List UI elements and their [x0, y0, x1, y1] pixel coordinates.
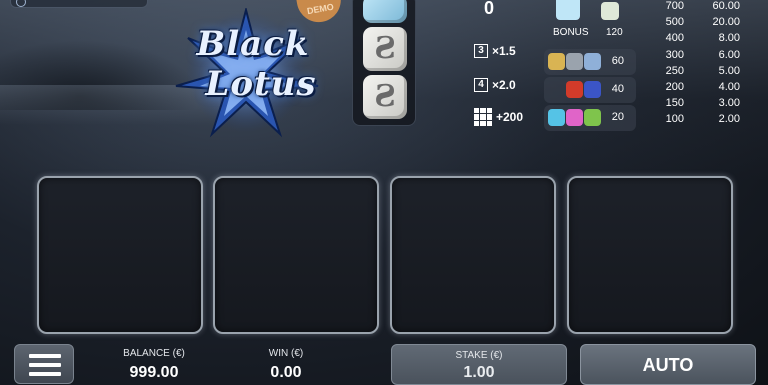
combo-row: 60 [544, 49, 636, 75]
multiplier-value: +200 [496, 110, 524, 124]
menu-button[interactable] [14, 344, 74, 384]
balance-label: BALANCE (€) [123, 348, 185, 359]
auto-button[interactable]: AUTO [580, 344, 756, 385]
paytable-payout: 2.00 [718, 113, 740, 126]
multiplier-box: 4 [474, 78, 488, 92]
bonus-die-icon [556, 0, 580, 20]
win-display: WIN (€) 0.00 [246, 348, 326, 382]
paytable: 700 60.00 500 20.00 400 8.00 300 6.00 250 5.0… [656, 0, 756, 130]
multiplier-3: 3 ×1.5 [474, 44, 516, 58]
paytable-payout: 5.00 [718, 64, 740, 77]
dice-white-1: Ƨ [363, 27, 407, 71]
info-icon [16, 0, 26, 7]
combo-row: 20 [544, 105, 636, 131]
paytable-count: 100 [665, 113, 684, 126]
dice-column: Ƨ Ƨ [352, 0, 416, 126]
paytable-row: 200 4.00 [656, 81, 756, 97]
combo-value: 40 [611, 83, 624, 95]
silver-die-icon [566, 53, 583, 70]
win-value: 0.00 [270, 364, 302, 381]
blue-die-icon [584, 81, 601, 98]
cyan-die-icon [548, 109, 565, 126]
multiplier-value: ×2.0 [492, 78, 516, 92]
reel-slot-4 [567, 176, 733, 334]
spin-counter: 0 [484, 0, 495, 18]
paytable-count: 500 [665, 16, 684, 29]
balance-value: 999.00 [129, 364, 179, 381]
paytable-payout: 20.00 [712, 16, 740, 29]
paytable-payout: 3.00 [718, 97, 740, 110]
combo-value: 60 [611, 55, 624, 67]
hamburger-icon [29, 363, 61, 367]
bonus-label: BONUS [553, 27, 589, 38]
dice-blue [363, 0, 407, 23]
multiplier-4: 4 ×2.0 [474, 78, 516, 92]
paytable-count: 300 [665, 48, 684, 61]
paytable-payout: 8.00 [718, 32, 740, 45]
hamburger-icon [29, 372, 61, 376]
balance-display: BALANCE (€) 999.00 [104, 348, 204, 382]
paytable-count: 700 [665, 0, 684, 12]
multiplier-value: ×1.5 [492, 44, 516, 58]
stake-selector[interactable]: STAKE (€) 1.00 [391, 344, 567, 385]
multiplier-grid: +200 [474, 108, 523, 126]
reel-slot-2 [213, 176, 379, 334]
paytable-count: 400 [665, 32, 684, 45]
red-die-icon [566, 81, 583, 98]
paytable-row: 500 20.00 [656, 16, 756, 32]
paytable-row: 300 6.00 [656, 49, 756, 65]
reel-slot-1 [37, 176, 203, 334]
paytable-row: 150 3.00 [656, 97, 756, 113]
multiplier-box: 3 [474, 44, 488, 58]
stake-value: 1.00 [463, 364, 495, 381]
game-logo: Black Lotus [168, 8, 328, 138]
combo-row: 40 [544, 77, 636, 103]
bonus-value: 120 [606, 27, 623, 38]
paytable-row: 400 8.00 [656, 32, 756, 48]
paytable-count: 250 [665, 64, 684, 77]
dice-white-2: Ƨ [363, 75, 407, 119]
logo-text-lotus: Lotus [205, 64, 317, 104]
pink-die-icon [566, 109, 583, 126]
combo-value: 20 [611, 111, 624, 123]
paytable-row: 700 60.00 [656, 0, 756, 16]
stake-label: STAKE (€) [455, 350, 503, 361]
reel-slot-3 [390, 176, 556, 334]
top-info-chip[interactable] [10, 0, 148, 8]
bonus-die-icon [601, 2, 619, 20]
green-die-icon [584, 109, 601, 126]
gold-die-icon [548, 53, 565, 70]
hamburger-icon [29, 354, 61, 358]
paytable-row: 250 5.00 [656, 65, 756, 81]
paytable-row: 100 2.00 [656, 113, 756, 129]
win-label: WIN (€) [268, 348, 304, 359]
paytable-count: 200 [665, 80, 684, 93]
grid-icon [474, 108, 492, 126]
paytable-payout: 60.00 [712, 0, 740, 12]
paytable-payout: 6.00 [718, 48, 740, 61]
paytable-count: 150 [665, 97, 684, 110]
paytable-payout: 4.00 [718, 80, 740, 93]
blue-die-icon [584, 53, 601, 70]
logo-text-black: Black [196, 24, 310, 64]
